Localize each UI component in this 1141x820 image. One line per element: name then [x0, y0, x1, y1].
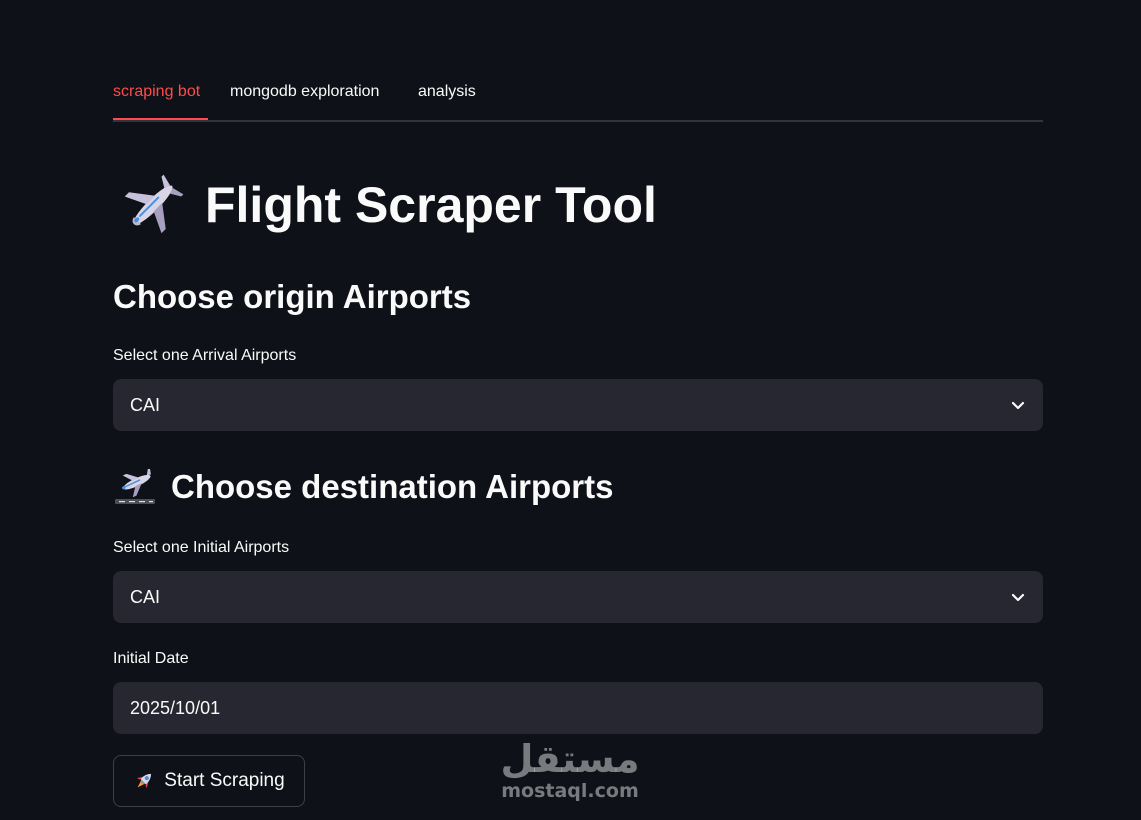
origin-selected-value: CAI: [130, 394, 161, 415]
tab-mongodb-exploration[interactable]: mongodb exploration: [230, 82, 379, 102]
initial-date-input[interactable]: 2025/10/01: [113, 682, 1043, 734]
date-label: Initial Date: [113, 650, 189, 667]
destination-selected-value: CAI: [130, 586, 161, 607]
destination-heading: Choose destination Airports: [113, 468, 613, 506]
destination-heading-text: Choose destination Airports: [171, 468, 614, 505]
destination-airport-select[interactable]: CAI: [113, 571, 1043, 623]
tab-bar: scraping bot mongodb exploration analysi…: [113, 78, 1043, 122]
origin-heading: Choose origin Airports: [113, 278, 471, 316]
title-text: Flight Scraper Tool: [205, 177, 657, 233]
page-title: Flight Scraper Tool: [121, 170, 657, 240]
origin-airport-select[interactable]: CAI: [113, 379, 1043, 431]
origin-heading-text: Choose origin Airports: [113, 278, 472, 315]
chevron-down-icon: [1011, 593, 1025, 602]
date-value: 2025/10/01: [130, 697, 221, 718]
start-scraping-button[interactable]: Start Scraping: [113, 755, 305, 807]
app-page: scraping bot mongodb exploration analysi…: [0, 0, 1141, 820]
chevron-down-icon: [1011, 401, 1025, 410]
airplane-icon: [124, 174, 184, 234]
rocket-icon: [137, 773, 152, 789]
mostaql-watermark: مستقل mostaql.com: [500, 738, 640, 804]
tab-scraping-bot[interactable]: scraping bot: [113, 82, 200, 102]
active-tab-indicator: [113, 118, 208, 120]
destination-select-label: Select one Initial Airports: [113, 539, 290, 556]
watermark-latin: mostaql.com: [501, 780, 639, 802]
start-scraping-label: Start Scraping: [164, 770, 285, 791]
watermark-arabic: مستقل: [500, 737, 640, 781]
tab-analysis[interactable]: analysis: [418, 82, 476, 102]
origin-select-label: Select one Arrival Airports: [113, 347, 297, 364]
airplane-arrival-icon: [115, 469, 155, 504]
